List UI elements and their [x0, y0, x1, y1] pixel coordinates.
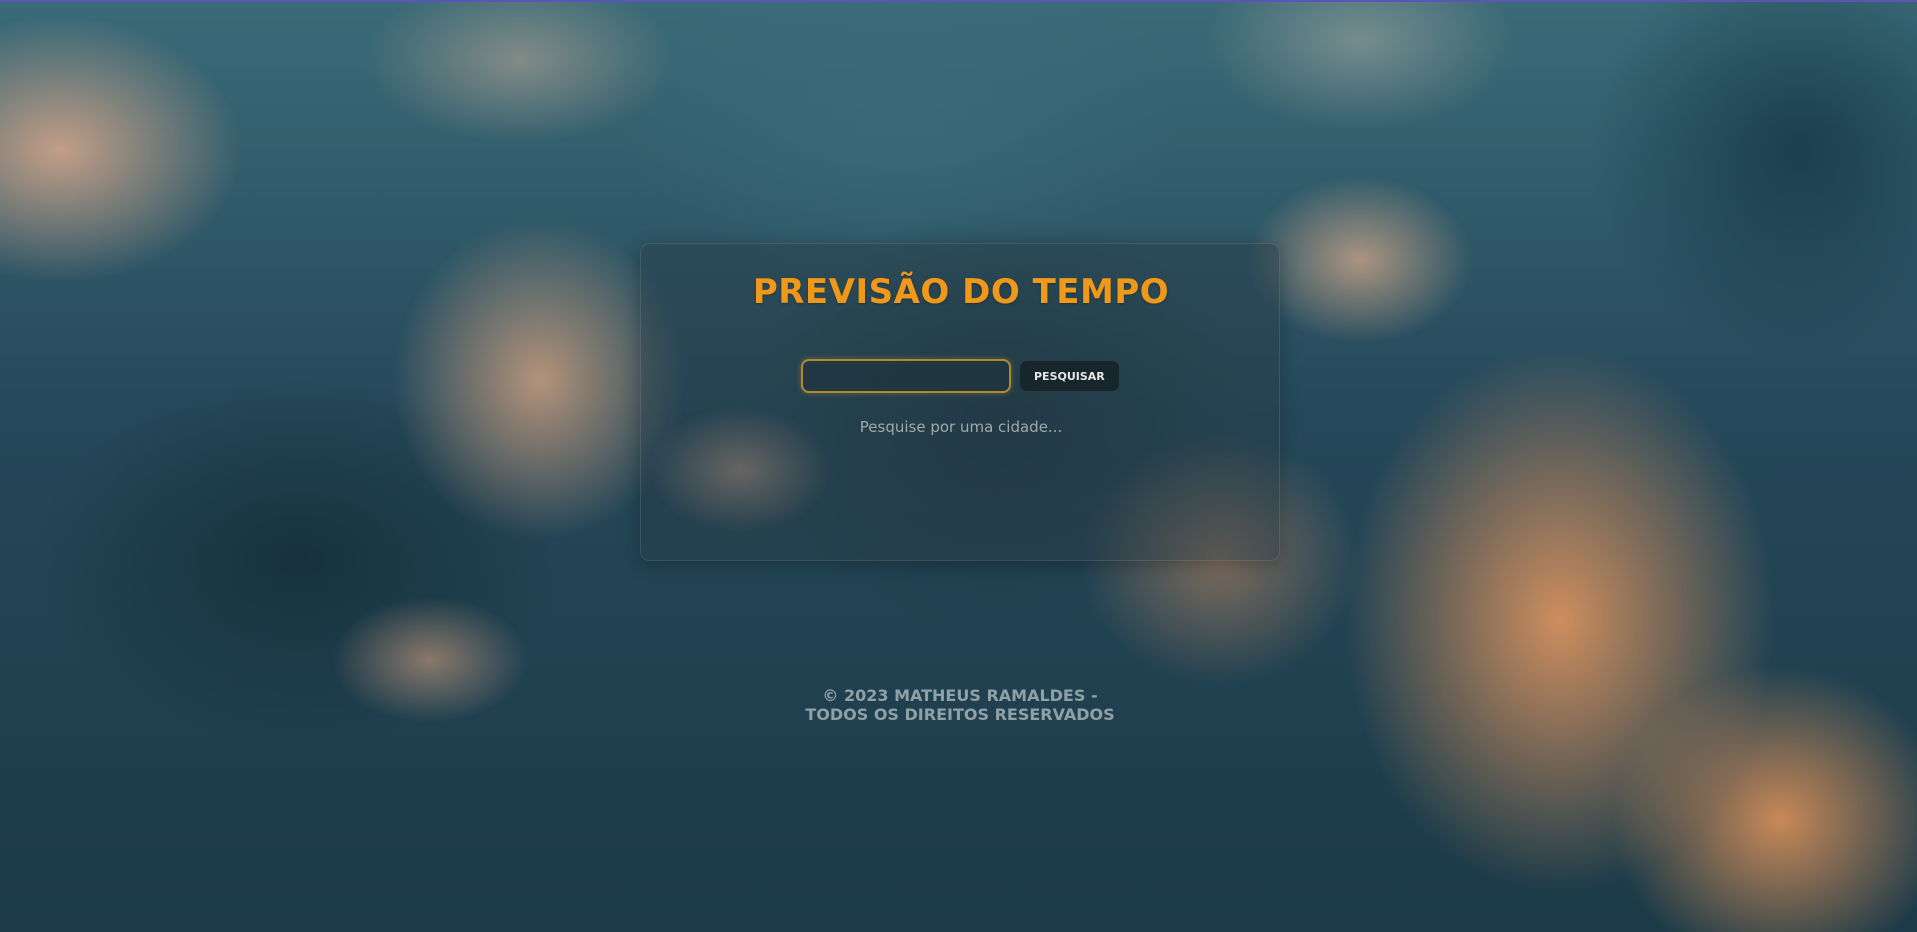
weather-card: PREVISÃO DO TEMPO PESQUISAR Pesquise por…	[640, 243, 1280, 561]
top-border-line	[0, 0, 1917, 2]
footer-copyright: © 2023 MATHEUS RAMALDES - TODOS OS DIREI…	[805, 686, 1115, 724]
search-button[interactable]: PESQUISAR	[1020, 361, 1119, 391]
search-hint-text: Pesquise por uma cidade...	[859, 418, 1063, 436]
city-search-input[interactable]	[801, 359, 1011, 393]
page-title: PREVISÃO DO TEMPO	[752, 272, 1170, 312]
search-form: PESQUISAR	[801, 358, 1119, 394]
